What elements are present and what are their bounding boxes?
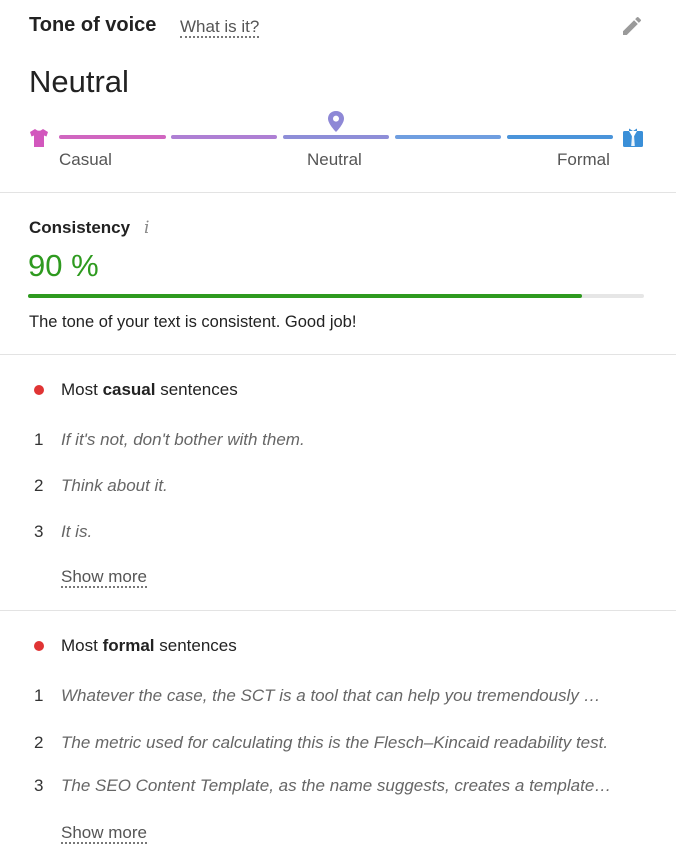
sentence-number: 1 [34, 430, 44, 449]
formal-sentence[interactable]: Whatever the case, the SCT is a tool tha… [61, 686, 646, 706]
formal-sentence[interactable]: The metric used for calculating this is … [61, 733, 646, 753]
formal-show-more-link[interactable]: Show more [61, 823, 147, 844]
consistency-message: The tone of your text is consistent. Goo… [29, 313, 357, 331]
consistency-percent: 90 % [28, 248, 99, 283]
sentence-number: 3 [34, 522, 44, 541]
scale-label-casual: Casual [59, 150, 112, 169]
scale-label-formal: Formal [557, 150, 610, 169]
scale-segment-3 [283, 135, 389, 139]
formal-sentence[interactable]: The SEO Content Template, as the name su… [61, 776, 646, 796]
divider [0, 192, 676, 193]
casual-sentence[interactable]: If it's not, don't bother with them. [61, 430, 646, 450]
scale-segment-2 [171, 135, 277, 139]
consistency-bar [28, 294, 644, 298]
info-icon[interactable]: i [144, 218, 149, 238]
scale-label-neutral: Neutral [307, 150, 362, 169]
location-pin-icon [326, 110, 346, 134]
dot-icon [34, 641, 44, 651]
sentence-number: 2 [34, 476, 44, 495]
consistency-bar-fill [28, 294, 583, 298]
panel-title: Tone of voice [29, 14, 157, 36]
scale-segment-5 [507, 135, 613, 139]
what-is-it-link[interactable]: What is it? [180, 17, 260, 38]
casual-sentence[interactable]: Think about it. [61, 476, 646, 496]
consistency-title: Consistency [29, 218, 131, 237]
casual-sentence[interactable]: It is. [61, 522, 646, 542]
tshirt-icon [28, 127, 50, 149]
pencil-icon[interactable] [620, 14, 644, 38]
scale-segment-4 [395, 135, 501, 139]
divider [0, 610, 676, 611]
sentence-number: 2 [34, 733, 44, 752]
suit-icon [622, 127, 644, 149]
dot-icon [34, 385, 44, 395]
divider [0, 354, 676, 355]
tone-value: Neutral [29, 64, 129, 99]
sentence-number: 1 [34, 686, 44, 705]
scale-segment-1 [59, 135, 166, 139]
sentence-number: 3 [34, 776, 44, 795]
casual-section-title: Most casual sentences [61, 380, 238, 399]
casual-show-more-link[interactable]: Show more [61, 567, 147, 588]
formal-section-title: Most formal sentences [61, 636, 237, 655]
